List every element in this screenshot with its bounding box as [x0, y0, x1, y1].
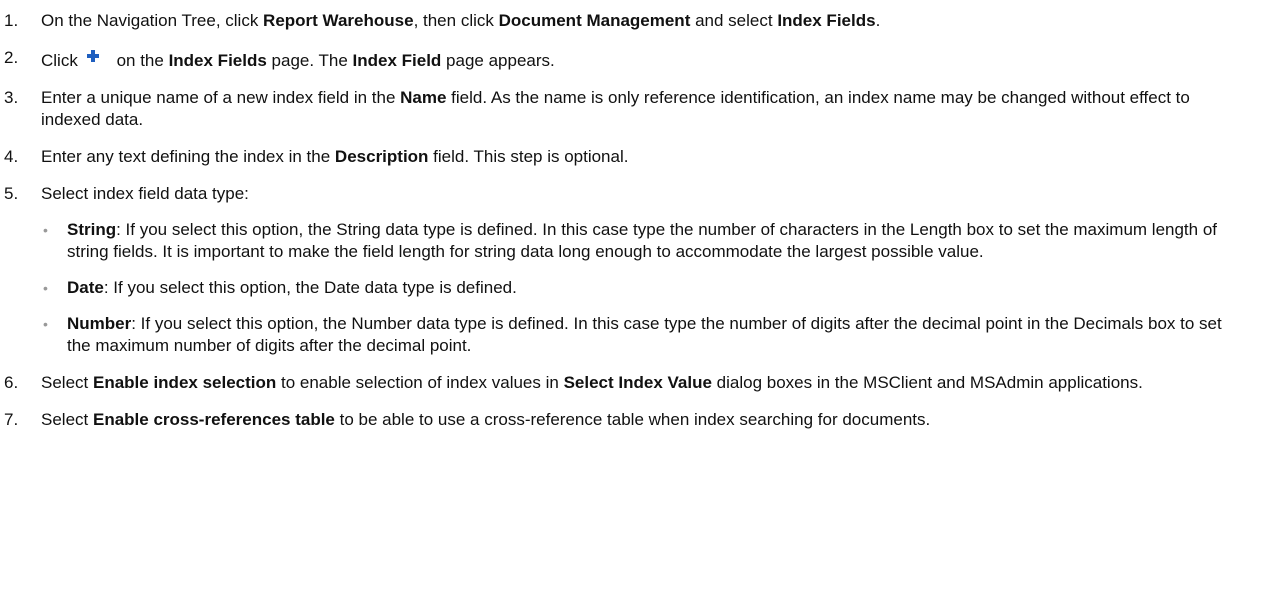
text: Click — [41, 51, 78, 70]
bold-term: Select Index Value — [563, 373, 712, 392]
step-text: Select index field data type: • String: … — [41, 183, 1242, 357]
text: : If you select this option, the Date da… — [103, 278, 517, 297]
list-item: • String: If you select this option, the… — [41, 219, 1242, 263]
bullet-icon: • — [43, 222, 48, 238]
list-item: • Number: If you select this option, the… — [41, 313, 1242, 357]
text: On the Navigation Tree, click — [41, 11, 264, 30]
step-3: 3. Enter a unique name of a new index fi… — [4, 87, 1242, 131]
bold-term: String — [67, 220, 117, 239]
bold-term: Enable index selection — [92, 373, 277, 392]
bold-term: Name — [400, 88, 447, 107]
step-6: 6. Select Enable index selection to enab… — [4, 372, 1242, 394]
bullet-icon: • — [43, 280, 48, 296]
text: , then click — [413, 11, 499, 30]
step-4: 4. Enter any text defining the index in … — [4, 146, 1242, 168]
bold-term: Enable cross-references table — [92, 410, 335, 429]
list-item-text: Number: If you select this option, the N… — [67, 313, 1242, 357]
data-type-list: • String: If you select this option, the… — [41, 219, 1242, 357]
bullet-icon: • — [43, 316, 48, 332]
text: field. This step is optional. — [428, 147, 629, 166]
text: Select — [41, 410, 93, 429]
text: dialog boxes in the MSClient and MSAdmin… — [711, 373, 1143, 392]
list-item-text: String: If you select this option, the S… — [67, 219, 1242, 263]
plus-icon — [82, 47, 108, 69]
list-item-text: Date: If you select this option, the Dat… — [67, 277, 517, 299]
step-5: 5. Select index field data type: • Strin… — [4, 183, 1242, 357]
step-number: 1. — [4, 11, 19, 30]
step-text: Click on the Index Fields page. The Inde… — [41, 47, 1242, 72]
bold-term: Description — [334, 147, 429, 166]
bold-term: Index Fields — [777, 11, 876, 30]
bold-term: Date — [67, 278, 104, 297]
step-7: 7. Select Enable cross-references table … — [4, 409, 1242, 431]
step-text: Select Enable cross-references table to … — [41, 409, 1242, 431]
text: Enter a unique name of a new index field… — [41, 88, 401, 107]
text: Select index field data type: — [41, 184, 249, 203]
step-number: 5. — [4, 184, 19, 203]
step-1: 1. On the Navigation Tree, click Report … — [4, 10, 1242, 32]
bold-term: Document Management — [498, 11, 691, 30]
text: and select — [690, 11, 778, 30]
text: : If you select this option, the Number … — [67, 314, 1222, 355]
text: Select — [41, 373, 93, 392]
step-text: Select Enable index selection to enable … — [41, 372, 1242, 394]
step-text: Enter a unique name of a new index field… — [41, 87, 1242, 131]
step-2: 2. Click on the Index Fields page. The I… — [4, 47, 1242, 72]
bold-term: Number — [67, 314, 132, 333]
text: page. The — [266, 51, 353, 70]
step-text: On the Navigation Tree, click Report War… — [41, 10, 1242, 32]
step-number: 7. — [4, 410, 19, 429]
text: : If you select this option, the String … — [67, 220, 1218, 261]
text: on the — [111, 51, 169, 70]
list-item: • Date: If you select this option, the D… — [41, 277, 1242, 299]
step-number: 4. — [4, 147, 19, 166]
step-text: Enter any text defining the index in the… — [41, 146, 1242, 168]
text: to enable selection of index values in — [276, 373, 564, 392]
step-number: 3. — [4, 88, 19, 107]
step-number: 2. — [4, 48, 19, 67]
bold-term: Report Warehouse — [263, 11, 414, 30]
bold-term: Index Field — [352, 51, 442, 70]
text: page appears. — [441, 51, 555, 70]
instruction-list: 1. On the Navigation Tree, click Report … — [0, 0, 1262, 431]
step-number: 6. — [4, 373, 19, 392]
text: to be able to use a cross-reference tabl… — [334, 410, 931, 429]
text: Enter any text defining the index in the — [41, 147, 335, 166]
text: . — [875, 11, 881, 30]
bold-term: Index Fields — [168, 51, 267, 70]
